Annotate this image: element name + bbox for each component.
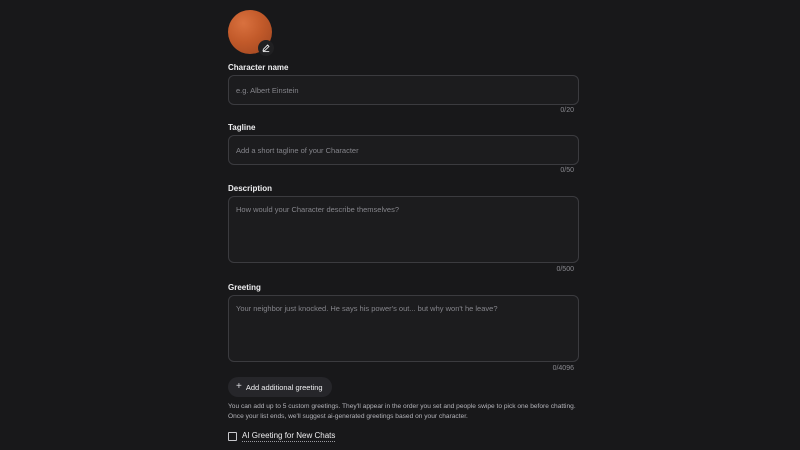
add-greeting-label: Add additional greeting	[245, 382, 323, 392]
character-name-input[interactable]	[229, 76, 578, 104]
pencil-icon	[261, 43, 271, 53]
greeting-textarea[interactable]	[229, 296, 578, 361]
character-name-label: Character name	[228, 63, 289, 72]
tagline-box	[228, 135, 579, 165]
ai-greeting-checkbox[interactable]	[228, 432, 237, 441]
ai-greeting-label[interactable]: AI Greeting for New Chats	[242, 431, 336, 442]
tagline-label: Tagline	[228, 123, 256, 132]
description-label: Description	[228, 184, 273, 193]
description-counter: 0/500	[556, 266, 574, 273]
description-textarea[interactable]	[229, 197, 578, 262]
tagline-counter: 0/50	[560, 167, 574, 174]
character-name-counter: 0/20	[560, 107, 574, 114]
greeting-box	[228, 295, 579, 362]
create-character-form: Character name 0/20 Tagline 0/50 Descrip…	[0, 0, 800, 450]
greeting-counter: 0/4096	[552, 365, 574, 372]
plus-icon: +	[236, 381, 242, 392]
tagline-input[interactable]	[229, 136, 578, 164]
greetings-helper-text: You can add up to 5 custom greetings. Th…	[228, 403, 576, 420]
description-box	[228, 196, 579, 263]
ai-greeting-option: AI Greeting for New Chats	[228, 431, 336, 442]
greeting-label: Greeting	[228, 283, 261, 292]
add-greeting-button[interactable]: + Add additional greeting	[228, 377, 332, 397]
avatar-section	[228, 10, 274, 56]
edit-avatar-button[interactable]	[258, 40, 274, 56]
character-name-box	[228, 75, 579, 105]
